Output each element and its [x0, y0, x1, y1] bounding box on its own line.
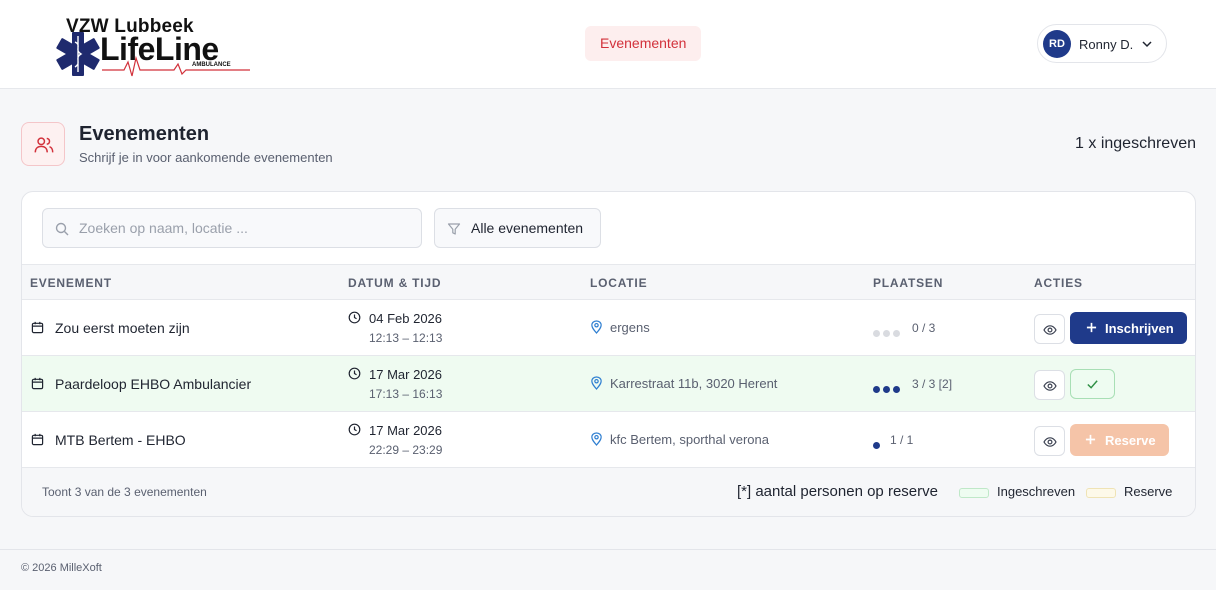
places-dots [873, 436, 883, 454]
user-name: Ronny D. [1079, 37, 1134, 52]
page-title: Evenementen [79, 123, 210, 145]
view-button[interactable] [1034, 314, 1065, 344]
search-icon [55, 222, 69, 236]
register-button[interactable]: Inschrijven [1070, 312, 1187, 344]
avatar: RD [1043, 30, 1071, 58]
brand-sub: AMBULANCE [192, 62, 231, 68]
clock-icon [348, 423, 361, 436]
table-row[interactable]: MTB Bertem - EHBO 17 Mar 2026 22:29 – 23… [22, 412, 1195, 468]
col-acties: ACTIES [1034, 276, 1083, 290]
event-time: 22:29 – 23:29 [369, 443, 443, 457]
reserve-button-label: Reserve [1105, 433, 1156, 448]
places-count: 1 / 1 [890, 433, 914, 447]
user-menu-button[interactable]: RD Ronny D. [1037, 24, 1167, 63]
view-button[interactable] [1034, 370, 1065, 400]
check-icon [1087, 380, 1098, 389]
eye-icon [1043, 381, 1057, 391]
search-input[interactable] [79, 209, 414, 247]
plus-icon [1086, 322, 1097, 333]
legend-registered: Ingeschreven [997, 484, 1076, 499]
col-plaatsen: PLAATSEN [873, 276, 944, 290]
event-name: Paardeloop EHBO Ambulancier [55, 376, 252, 392]
reserve-button[interactable]: Reserve [1070, 424, 1169, 456]
col-evenement: EVENEMENT [30, 276, 112, 290]
places-count: 0 / 3 [912, 321, 936, 335]
event-time: 17:13 – 16:13 [369, 387, 443, 401]
registered-count: 1 x ingeschreven [1075, 135, 1196, 152]
table-row[interactable]: Zou eerst moeten zijn 04 Feb 2026 12:13 … [22, 300, 1195, 356]
event-time: 12:13 – 12:13 [369, 331, 443, 345]
event-name: Zou eerst moeten zijn [55, 320, 190, 336]
registered-button[interactable] [1070, 369, 1115, 399]
filter-label: Alle evenementen [471, 220, 584, 236]
col-datum-tijd: DATUM & TIJD [348, 276, 442, 290]
legend-swatch-registered [959, 488, 989, 498]
location-pin-icon [591, 376, 602, 390]
results-count: Toont 3 van de 3 evenementen [42, 485, 207, 499]
clock-icon [348, 367, 361, 380]
eye-icon [1043, 437, 1057, 447]
event-location: kfc Bertem, sporthal verona [610, 432, 769, 447]
register-button-label: Inschrijven [1105, 321, 1174, 336]
places-count: 3 / 3 [2] [912, 377, 953, 391]
event-location: Karrestraat 11b, 3020 Herent [610, 376, 778, 391]
copyright: © 2026 MilleXoft [21, 562, 102, 574]
places-dots [873, 380, 903, 398]
users-icon [34, 137, 54, 153]
col-locatie: LOCATIE [590, 276, 648, 290]
reserve-note: [*] aantal personen op reserve [737, 483, 938, 500]
event-date: 04 Feb 2026 [369, 311, 443, 326]
legend-reserve: Reserve [1124, 484, 1173, 499]
brand-logo[interactable]: VZW Lubbeek LifeLine AMBULANCE [54, 14, 254, 78]
plus-icon [1085, 434, 1096, 445]
page-icon [21, 122, 65, 166]
page-subtitle: Schrijf je in voor aankomende evenemente… [79, 150, 333, 165]
location-pin-icon [591, 432, 602, 446]
table-footer: Toont 3 van de 3 evenementen [*] aantal … [22, 468, 1195, 516]
events-card: Alle evenementen EVENEMENT DATUM & TIJD … [21, 191, 1196, 517]
table-row[interactable]: Paardeloop EHBO Ambulancier 17 Mar 2026 … [22, 356, 1195, 412]
top-bar: VZW Lubbeek LifeLine AMBULANCE Evenement… [0, 0, 1216, 89]
calendar-icon [31, 321, 44, 334]
location-pin-icon [591, 320, 602, 334]
page-footer: © 2026 MilleXoft [0, 549, 1216, 590]
table-header: EVENEMENT DATUM & TIJD LOCATIE PLAATSEN … [22, 264, 1195, 300]
calendar-icon [31, 377, 44, 390]
chevron-down-icon [1142, 41, 1152, 48]
filter-dropdown[interactable]: Alle evenementen [434, 208, 601, 248]
event-name: MTB Bertem - EHBO [55, 432, 186, 448]
eye-icon [1043, 325, 1057, 335]
places-dots [873, 324, 903, 342]
search-box[interactable] [42, 208, 422, 248]
event-date: 17 Mar 2026 [369, 423, 442, 438]
clock-icon [348, 311, 361, 324]
event-location: ergens [610, 320, 650, 335]
calendar-icon [31, 433, 44, 446]
legend-swatch-reserve [1086, 488, 1116, 498]
event-date: 17 Mar 2026 [369, 367, 442, 382]
view-button[interactable] [1034, 426, 1065, 456]
nav-item-evenementen[interactable]: Evenementen [585, 26, 702, 61]
filter-icon [447, 223, 461, 235]
